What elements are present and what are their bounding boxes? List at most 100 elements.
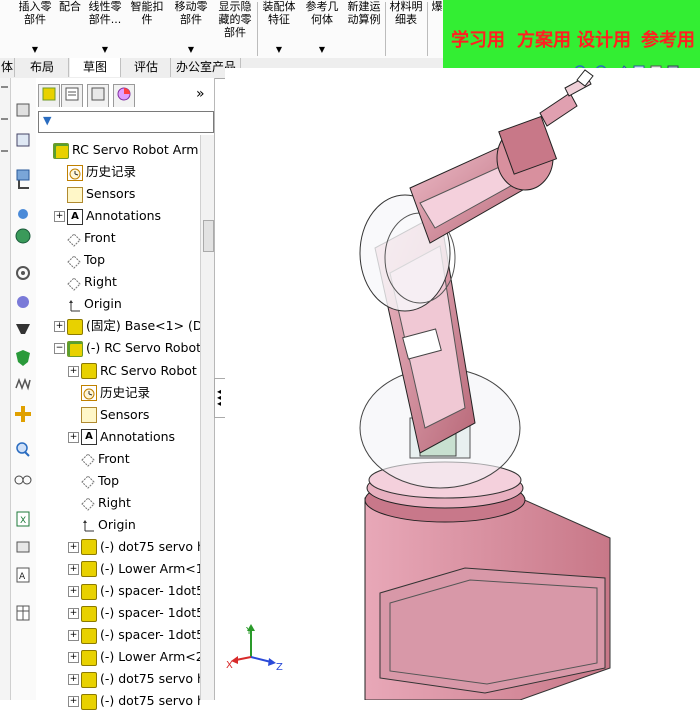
toolbar-button-label: 线性零 部件... [88, 0, 122, 26]
puzzle-icon[interactable] [17, 296, 29, 308]
robot-arm-model [359, 69, 611, 701]
expand-toggle-icon[interactable]: + [68, 563, 79, 575]
tree-item[interactable]: + RC Servo Robot Arm [68, 360, 200, 382]
tree-item[interactable]: Sensors [68, 404, 200, 426]
toolbar-button-2[interactable]: 线性零 部件... ▼ [86, 0, 124, 58]
gear-icon[interactable] [16, 266, 30, 280]
expand-toggle-icon[interactable]: + [68, 431, 79, 443]
toolbar-button-8[interactable]: 新建运 动算例 [344, 0, 384, 58]
tree-scrollbar[interactable] [200, 135, 214, 700]
tab-layout[interactable]: 布局 [16, 58, 69, 77]
tree-item[interactable]: + (-) Lower Arm<1> (D [68, 558, 200, 580]
expand-toggle-icon[interactable]: + [54, 211, 65, 223]
tree-item[interactable]: + A Annotations [68, 426, 200, 448]
tab-sketch[interactable]: 草图 [70, 58, 121, 77]
sens-icon [67, 186, 83, 203]
text-icon[interactable]: A [16, 567, 30, 583]
toolbar-button-1[interactable]: 配合 [56, 0, 84, 58]
expand-toggle-icon[interactable]: + [68, 674, 79, 686]
chevron-down-icon[interactable]: ▼ [302, 43, 342, 56]
spring-icon[interactable] [15, 377, 31, 391]
plane-icon [81, 452, 95, 467]
tree-item-label: Right [98, 494, 131, 510]
tree-item[interactable]: Top [54, 249, 200, 271]
expand-toggle-icon[interactable]: + [54, 321, 65, 333]
tree-item-label: (固定) Base<1> (Default [86, 318, 200, 334]
tree-item[interactable]: Right [54, 271, 200, 293]
watermark-banner: 学习用 方案用 设计用 参考用 [443, 0, 700, 68]
tree-item-label: Annotations [100, 428, 176, 444]
expand-toggle-icon[interactable]: + [68, 630, 79, 642]
tree-item[interactable]: Origin [68, 514, 200, 536]
toolbar-button-5[interactable]: 显示隐 藏的零 部件 [214, 0, 256, 58]
tab-assembly[interactable]: 体 [0, 58, 15, 77]
toolbar-button-4[interactable]: 移动零 部件 ▼ [170, 0, 212, 58]
expand-toggle-icon[interactable]: + [68, 365, 79, 377]
toolbar-button-7[interactable]: 参考几 何体 ▼ [302, 0, 342, 58]
part-icon [81, 649, 97, 666]
toolbar-button-9[interactable]: 材料明 细表 [386, 0, 426, 58]
solidworks-resources-icon[interactable] [16, 103, 30, 117]
excel-icon[interactable]: X [16, 511, 30, 527]
graphics-viewport[interactable] [225, 68, 700, 701]
filter-icon[interactable]: ▼ [43, 114, 51, 127]
propertymanager-tab-icon[interactable] [61, 84, 83, 107]
cross-icon[interactable] [15, 406, 31, 422]
printer-icon[interactable] [16, 541, 30, 553]
expand-toggle-icon[interactable]: + [68, 586, 79, 597]
chevron-down-icon[interactable]: ▼ [16, 43, 54, 56]
tree-item[interactable]: Front [68, 448, 200, 470]
tree-item[interactable]: + (-) dot75 servo h [68, 690, 200, 712]
plane-icon [67, 254, 81, 269]
binoculars-icon[interactable] [14, 475, 32, 485]
tree-item[interactable]: + (固定) Base<1> (Default [54, 315, 200, 337]
expand-toggle-icon[interactable]: + [68, 696, 79, 708]
tree-item[interactable]: + A Annotations [54, 205, 200, 227]
tree-item[interactable]: 历史记录 [54, 161, 200, 183]
expand-toggle-icon[interactable]: − [54, 343, 65, 355]
chevron-down-icon[interactable]: ▼ [86, 43, 124, 56]
tree-item[interactable]: + (-) Lower Arm<2> (D [68, 646, 200, 668]
tree-item[interactable]: + (-) dot75 servo horn [68, 536, 200, 558]
tree-item[interactable]: Origin [54, 293, 200, 315]
expand-panel-icon[interactable]: » [196, 86, 205, 102]
tree-item[interactable]: Front [54, 227, 200, 249]
expand-toggle-icon[interactable]: + [68, 541, 79, 553]
appearance-manager-tab-icon[interactable] [113, 84, 135, 107]
globe-icon[interactable] [15, 228, 31, 244]
tree-item[interactable]: + (-) dot75 servo horn [68, 668, 200, 690]
expand-toggle-icon[interactable]: + [68, 652, 79, 664]
toolbar-button-6[interactable]: 装配体 特征 ▼ [258, 0, 300, 58]
tree-item-label: Top [98, 472, 120, 488]
tree-item[interactable]: Top [68, 470, 200, 492]
shield-icon[interactable] [16, 350, 30, 366]
tree-item-label: Annotations [86, 208, 162, 224]
network-icon[interactable] [18, 209, 28, 219]
chevron-down-icon[interactable]: ▼ [258, 43, 300, 56]
view-palette-icon[interactable] [16, 169, 30, 181]
design-library-icon[interactable] [16, 133, 30, 147]
tree-item-label: Top [84, 252, 106, 268]
tree-item[interactable]: + (-) spacer- 1dot5<1> [68, 580, 200, 602]
tree-item[interactable]: RC Servo Robot Arm (Defa [40, 139, 200, 161]
toolbar-button-3[interactable]: 智能扣 件 [126, 0, 168, 58]
search-icon[interactable] [16, 442, 30, 457]
svg-text:X: X [20, 516, 26, 526]
expand-toggle-icon[interactable]: + [68, 608, 79, 620]
chevron-down-icon[interactable]: ▼ [170, 43, 212, 56]
toolbar-button-label: 新建运 动算例 [347, 0, 381, 26]
tree-filter-field[interactable]: ▼ [38, 111, 214, 133]
configurationmanager-tab-icon[interactable] [87, 84, 109, 107]
tree-item[interactable]: Right [68, 492, 200, 514]
toolbar-button-label: 材料明 细表 [389, 0, 423, 26]
tree-item[interactable]: − (-) RC Servo Robot Arm [54, 337, 200, 359]
tree-item[interactable]: + (-) spacer- 1dot5<2> [68, 602, 200, 624]
table-icon[interactable] [16, 605, 30, 621]
tab-evaluate[interactable]: 评估 [122, 58, 171, 77]
tree-item[interactable]: Sensors [54, 183, 200, 205]
featuremanager-tab-icon[interactable] [38, 84, 60, 107]
tree-item[interactable]: 历史记录 [68, 382, 200, 404]
tree-item[interactable]: + (-) spacer- 1dot5<4> [68, 624, 200, 646]
toolbar-button-0[interactable]: 插入零 部件 ▼ [16, 0, 54, 58]
funnel-icon[interactable] [16, 324, 30, 334]
